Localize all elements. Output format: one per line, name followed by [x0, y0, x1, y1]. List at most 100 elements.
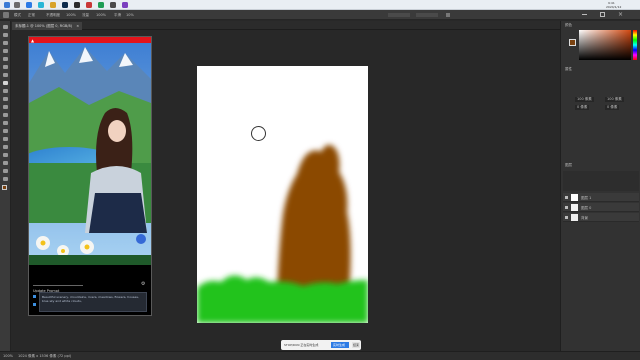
checkbox-negative[interactable] — [33, 303, 36, 306]
hue-slider[interactable] — [633, 30, 637, 60]
photoshop-icon[interactable] — [62, 2, 68, 8]
width-field[interactable]: 100 像素 — [575, 97, 594, 102]
eraser-icon[interactable] — [3, 105, 8, 109]
layer-name: 图层 1 — [581, 196, 592, 200]
progress-track — [33, 285, 83, 286]
generate-status-label: STOP/RUN 正在实时生成 — [284, 343, 319, 347]
options-bar: 模式 正常 不透明度 100% 流量 100% 平滑 10% × — [0, 10, 640, 20]
layer-row[interactable]: 图层 0 — [563, 203, 639, 212]
layers-toolbar — [563, 171, 639, 191]
gradient-icon[interactable] — [3, 113, 8, 117]
edge-icon[interactable] — [38, 2, 44, 8]
app-red-icon[interactable] — [86, 2, 92, 8]
end-button[interactable]: 结束 — [352, 342, 360, 348]
maximize-icon[interactable] — [600, 12, 605, 17]
brush-cursor — [251, 126, 266, 141]
option-label-0: 模式 — [14, 13, 21, 17]
visibility-eye-icon[interactable] — [565, 206, 568, 209]
marquee-tool-icon[interactable] — [3, 33, 8, 37]
minimize-icon[interactable] — [582, 14, 587, 15]
brush-icon[interactable] — [3, 81, 8, 85]
history-brush-icon[interactable] — [3, 97, 8, 101]
window-controls: × — [572, 10, 632, 20]
stamp-icon[interactable] — [3, 89, 8, 93]
generated-preview-image — [29, 43, 151, 265]
status-bar: 100% 1024 像素 x 1536 像素 (72 ppi) — [0, 351, 640, 360]
layers-panel-tab[interactable]: 图层 — [565, 163, 572, 168]
properties-panel-tab[interactable]: 属性 — [565, 67, 572, 72]
share-button[interactable] — [388, 13, 410, 17]
option-label-6: 平滑 — [114, 13, 121, 17]
layer-thumbnail — [571, 204, 578, 211]
document-tab-label: 未标题-1 @ 100% (图层 0, RGB/8) — [15, 24, 73, 28]
visibility-eye-icon[interactable] — [565, 196, 568, 199]
right-panels: 颜色 属性 100 像素 100 像素 0 像素 0 像素 图层 图层 1 图层… — [560, 21, 640, 351]
start-icon[interactable] — [4, 2, 10, 8]
layer-row[interactable]: 背景 — [563, 213, 639, 222]
layer-thumbnail — [571, 214, 578, 221]
pen-icon[interactable] — [3, 137, 8, 141]
option-label-3[interactable]: 100% — [66, 13, 76, 17]
brush-tool-icon[interactable] — [3, 12, 9, 18]
layer-thumbnail — [571, 194, 578, 201]
option-label-4: 流量 — [82, 13, 89, 17]
prompt-textarea[interactable]: Beautiful scenery, mountains, rivers, me… — [39, 292, 147, 312]
search-icon[interactable] — [14, 2, 20, 8]
document-tab-bar: 未标题-1 @ 100% (图层 0, RGB/8) × — [12, 21, 560, 30]
shape-icon[interactable] — [3, 161, 8, 165]
app-icon[interactable] — [74, 2, 80, 8]
option-label-2: 不透明度 — [46, 13, 60, 17]
foreground-swatch[interactable] — [569, 39, 576, 46]
checkbox-positive[interactable] — [33, 295, 36, 298]
option-label-5[interactable]: 100% — [96, 13, 106, 17]
height-field[interactable]: 100 像素 — [605, 97, 624, 102]
path-select-icon[interactable] — [3, 153, 8, 157]
close-tab-icon[interactable]: × — [76, 24, 79, 28]
settings-icon[interactable]: ⚙ — [141, 281, 145, 287]
x-field[interactable]: 0 像素 — [575, 105, 590, 110]
hand-icon[interactable] — [3, 169, 8, 173]
eyedropper-icon[interactable] — [3, 65, 8, 69]
properties-fields: 100 像素 100 像素 0 像素 0 像素 — [565, 77, 637, 127]
color-panel-tab[interactable]: 颜色 — [565, 23, 572, 28]
y-field[interactable]: 0 像素 — [605, 105, 620, 110]
zoom-level[interactable]: 100% — [3, 354, 13, 358]
search-icon[interactable] — [446, 13, 450, 17]
color-picker-field[interactable] — [579, 30, 631, 60]
foreground-color-swatch[interactable] — [2, 185, 7, 190]
brown-paint-stroke — [277, 144, 351, 296]
folder-icon[interactable] — [50, 2, 56, 8]
preview-artwork — [29, 43, 151, 265]
taskbar: 9:41 2024/1/12 — [0, 0, 640, 10]
dodge-icon[interactable] — [3, 129, 8, 133]
type-icon[interactable] — [3, 145, 8, 149]
plugin-panel: ▲ Update Prompt ⚙ Beautiful scenery, mou… — [28, 36, 152, 316]
document-canvas[interactable] — [197, 66, 368, 323]
crop-tool-icon[interactable] — [3, 57, 8, 61]
app-green-icon[interactable] — [98, 2, 104, 8]
zoom-icon[interactable] — [3, 177, 8, 181]
move-tool-icon[interactable] — [3, 25, 8, 29]
app-purple-icon[interactable] — [122, 2, 128, 8]
layer-name: 背景 — [581, 216, 588, 220]
magic-wand-icon[interactable] — [3, 49, 8, 53]
painted-strokes — [197, 144, 368, 323]
layer-name: 图层 0 — [581, 206, 592, 210]
lasso-tool-icon[interactable] — [3, 41, 8, 45]
option-label-7[interactable]: 10% — [126, 13, 134, 17]
document-info: 1024 像素 x 1536 像素 (72 ppi) — [18, 354, 72, 358]
generate-button[interactable]: 实时生成 — [331, 342, 349, 348]
document-tab[interactable]: 未标题-1 @ 100% (图层 0, RGB/8) × — [12, 22, 83, 30]
clock-date: 2024/1/12 — [606, 5, 622, 9]
tools-panel — [0, 21, 11, 351]
visibility-eye-icon[interactable] — [565, 216, 568, 219]
option-label-1[interactable]: 正常 — [28, 13, 35, 18]
healing-icon[interactable] — [3, 73, 8, 77]
browser-icon[interactable] — [26, 2, 32, 8]
blur-icon[interactable] — [3, 121, 8, 125]
close-icon[interactable]: × — [618, 11, 623, 18]
app-dark-icon[interactable] — [110, 2, 116, 8]
layer-row[interactable]: 图层 1 — [563, 193, 639, 202]
workspace-button[interactable] — [416, 13, 438, 17]
generate-control-bar: STOP/RUN 正在实时生成 实时生成 结束 — [281, 340, 361, 350]
